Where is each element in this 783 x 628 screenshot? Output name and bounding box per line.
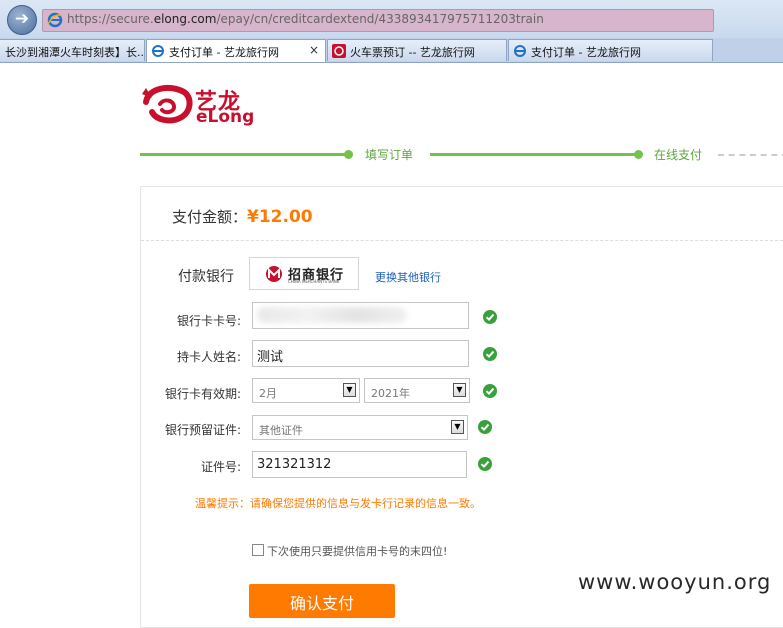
elong-tab-icon [332, 44, 346, 58]
order-progress: 填写订单 在线支付 [140, 146, 783, 166]
close-tab-icon[interactable]: × [309, 43, 319, 57]
expiry-year-value: 2021年 [371, 387, 410, 400]
ie-tab-icon [514, 45, 526, 57]
logo-text-en: eLong [196, 107, 255, 127]
id-type-select[interactable]: 其他证件 ▼ [252, 415, 468, 440]
url-prefix: https://secure. [67, 12, 154, 26]
card-number-redacted [257, 307, 407, 323]
back-arrow-icon[interactable]: ➔ [7, 5, 37, 35]
url-domain: elong.com [153, 12, 217, 26]
ie-tab-icon [152, 45, 164, 57]
bank-name-en: CHINA MERCHANTS BANK [288, 279, 340, 284]
expiry-label: 银行卡有效期: [164, 387, 241, 401]
payment-amount: 支付金额：¥12.00 [172, 206, 313, 227]
ie-icon [47, 12, 63, 28]
selected-bank: 招商银行 CHINA MERCHANTS BANK [249, 257, 359, 290]
card-number-label: 银行卡卡号: [176, 314, 241, 328]
expiry-month-value: 2月 [259, 387, 277, 400]
check-icon [483, 384, 497, 398]
tab-train-schedule[interactable]: 长沙到湘潭火车时刻表】长... [0, 39, 145, 61]
tab-payment-active[interactable]: 支付订单 - 艺龙旅行网 × [146, 39, 326, 62]
expiry-month-select[interactable]: 2月 ▼ [252, 378, 360, 403]
tab-train-booking[interactable]: 火车票预订 -- 艺龙旅行网 [327, 39, 507, 61]
check-icon [478, 457, 492, 471]
check-icon [483, 347, 497, 361]
dropdown-arrow-icon[interactable]: ▼ [343, 383, 356, 397]
progress-pending-line [718, 154, 783, 156]
cmb-bank-icon [266, 266, 282, 282]
expiry-year-select[interactable]: 2021年 ▼ [364, 378, 470, 403]
warm-tip: 温馨提示：请确保您提供的信息与发卡行记录的信息一致。 [195, 497, 481, 510]
id-type-value: 其他证件 [259, 424, 303, 437]
tab-label: 支付订单 - 艺龙旅行网 [531, 46, 641, 59]
bank-label: 付款银行 [178, 269, 234, 285]
tab-label: 火车票预订 -- 艺龙旅行网 [350, 46, 475, 59]
url-text: https://secure.elong.com/epay/cn/creditc… [67, 12, 544, 26]
amount-label: 支付金额： [172, 208, 248, 226]
tab-label: 长沙到湘潭火车时刻表】长... [5, 46, 145, 59]
tab-bar: 长沙到湘潭火车时刻表】长... 支付订单 - 艺龙旅行网 × 火车票预订 -- … [0, 38, 783, 63]
url-path: /epay/cn/creditcardextend/43389341797571… [216, 12, 544, 26]
change-bank-link[interactable]: 更换其他银行 [375, 269, 441, 285]
check-icon [478, 420, 492, 434]
address-bar: ➔ https://secure.elong.com/epay/cn/credi… [0, 0, 783, 39]
holder-name-label: 持卡人姓名: [176, 350, 241, 364]
step-online-pay: 在线支付 [654, 148, 703, 162]
watermark: www.wooyun.org [566, 562, 783, 604]
step-dot [344, 150, 353, 159]
remember-card-option[interactable]: 下次使用只要提供信用卡号的末四位! [252, 543, 447, 559]
amount-value: ¥12.00 [247, 207, 313, 227]
id-number-label: 证件号: [200, 460, 241, 474]
id-type-label: 银行预留证件: [164, 423, 241, 437]
confirm-payment-button[interactable]: 确认支付 [249, 584, 395, 618]
holder-name-input[interactable]: 测试 [252, 340, 469, 367]
remember-label: 下次使用只要提供信用卡号的末四位! [267, 545, 448, 558]
step-fill-order: 填写订单 [365, 148, 414, 162]
id-number-input[interactable]: 321321312 [252, 451, 467, 478]
url-input[interactable]: https://secure.elong.com/epay/cn/creditc… [42, 9, 714, 32]
tab-label: 支付订单 - 艺龙旅行网 [169, 46, 279, 59]
remember-checkbox[interactable] [252, 544, 264, 556]
check-icon [483, 310, 497, 324]
progress-line [430, 153, 635, 156]
dropdown-arrow-icon[interactable]: ▼ [451, 420, 464, 434]
watermark-text: www.wooyun.org [578, 570, 772, 594]
tab-payment[interactable]: 支付订单 - 艺龙旅行网 [508, 39, 713, 61]
dropdown-arrow-icon[interactable]: ▼ [453, 383, 466, 397]
progress-line [140, 153, 345, 156]
divider [141, 240, 783, 241]
step-dot [634, 150, 643, 159]
